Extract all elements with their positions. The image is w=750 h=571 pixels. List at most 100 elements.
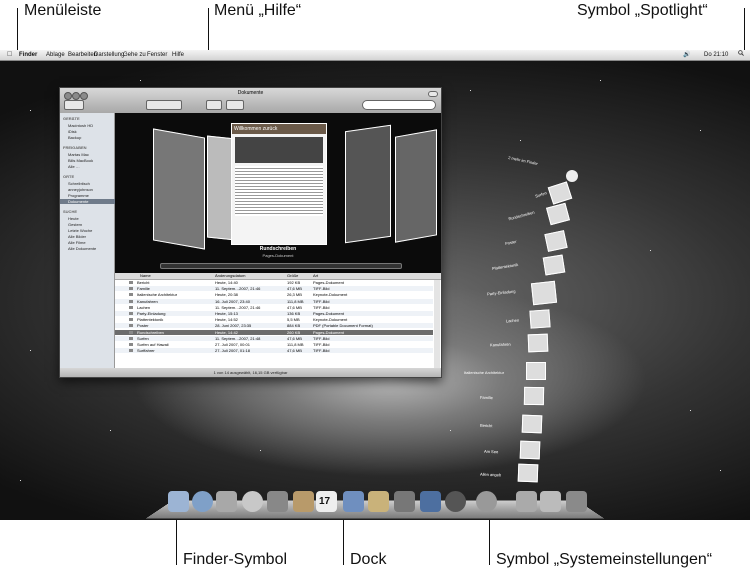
time-machine-icon[interactable] xyxy=(445,491,466,512)
ichat-icon[interactable] xyxy=(242,491,263,512)
iphoto-icon[interactable] xyxy=(368,491,389,512)
search-field[interactable] xyxy=(362,100,436,110)
sidebar-item[interactable]: Alle Filme xyxy=(68,240,86,245)
back-forward-button[interactable] xyxy=(64,100,84,110)
table-row[interactable]: Poster 28. Juni 2007, 23:35 884 KB PDF (Por… xyxy=(115,323,433,329)
table-row[interactable]: Lachen 11. Septem…2007, 21:46 47,6 MB TIFF-… xyxy=(115,305,433,310)
finder-icon[interactable] xyxy=(168,491,189,512)
menubar-clock[interactable]: Do 21:10 xyxy=(704,50,728,60)
coverflow-item[interactable] xyxy=(345,124,391,244)
coverflow-item[interactable] xyxy=(153,128,205,250)
sidebar-item[interactable]: Backup xyxy=(68,135,81,140)
cell: 47,6 MB xyxy=(287,348,302,354)
sidebar-item[interactable]: Macintosh HD xyxy=(68,123,93,128)
stack-item-thumbnail[interactable] xyxy=(547,181,573,205)
sidebar-item[interactable]: iDisk xyxy=(68,129,77,134)
table-row[interactable]: Surffahrer 27. Juli 2007, 01:18 47,6 MB TIF… xyxy=(115,348,433,354)
sidebar-item[interactable]: Letzte Woche xyxy=(68,228,92,233)
table-row[interactable]: Italienische Architektur Heute, 20:38 26,3… xyxy=(115,292,433,297)
stack-item-label[interactable]: Surfen xyxy=(535,190,548,198)
stack-item-label[interactable]: Rundschreiben xyxy=(508,210,535,222)
stack-item-thumbnail[interactable] xyxy=(529,309,551,329)
stack-item-label[interactable]: Bericht xyxy=(480,423,493,428)
table-row[interactable]: Kanufahren 16. Juli 2007, 23:40 111,8 MB TI… xyxy=(115,298,433,304)
finder-sidebar: GERÄTE Macintosh HD iDisk Backup FREIGABEN Ma… xyxy=(60,113,118,368)
stack-item-thumbnail[interactable] xyxy=(527,333,549,353)
menu-6[interactable]: Hilfe xyxy=(172,50,184,60)
spaces-icon[interactable] xyxy=(420,491,441,512)
apple-menu-icon[interactable]:  xyxy=(7,50,12,60)
facetime-icon[interactable] xyxy=(267,491,288,512)
stack-item-thumbnail[interactable] xyxy=(526,362,546,380)
column-header[interactable]: Änderungsdatum xyxy=(215,273,245,278)
stack-item-thumbnail[interactable] xyxy=(523,386,545,406)
menu-2[interactable]: Bearbeiten xyxy=(68,50,97,60)
sidebar-item[interactable]: Heute xyxy=(68,216,79,221)
table-row[interactable]: Surfen 11. Septem…2007, 21:48 47,6 MB TIFF-… xyxy=(115,335,433,341)
downloads-icon[interactable] xyxy=(540,491,561,512)
column-header[interactable]: Art xyxy=(313,273,318,278)
list-scrollbar[interactable] xyxy=(434,280,440,368)
mail-icon[interactable] xyxy=(216,491,237,512)
table-row[interactable]: Familie 11. Septem…2007, 21:46 47,6 MB TIFF… xyxy=(115,286,433,292)
menu-5[interactable]: Fenster xyxy=(147,50,167,60)
sidebar-item[interactable]: anneyjohnson xyxy=(68,187,93,192)
quicklook-button[interactable] xyxy=(206,100,222,110)
volume-icon[interactable]: 🔊 xyxy=(683,50,690,60)
stack-item-thumbnail[interactable] xyxy=(519,440,541,460)
table-row[interactable]: Rundschreiben Heute, 14:42 260 KB Pages-Dok… xyxy=(115,329,433,335)
cell: 26,3 MB xyxy=(287,292,302,298)
stack-item-thumbnail[interactable] xyxy=(521,414,543,434)
coverflow-item[interactable] xyxy=(395,129,437,243)
trash-icon[interactable] xyxy=(566,491,587,512)
view-buttons[interactable] xyxy=(146,100,182,110)
stack-item-label[interactable]: Am See xyxy=(484,449,498,454)
stack-item-label[interactable]: Familie xyxy=(480,395,493,400)
system-preferences-icon[interactable] xyxy=(476,491,497,512)
table-row[interactable]: Bericht Heute, 14:40 192 KB Pages-Dokument xyxy=(115,280,433,285)
stack-item-label[interactable]: Italienische Architektur xyxy=(464,370,504,375)
spotlight-icon[interactable] xyxy=(738,50,744,60)
sidebar-item[interactable]: Martas Mac xyxy=(68,152,89,157)
sidebar-item[interactable]: Bills MacBook xyxy=(68,158,93,163)
stack-item-label[interactable]: Allen angeb xyxy=(480,472,501,478)
sidebar-item[interactable]: Schreibtisch xyxy=(68,181,90,186)
table-row[interactable]: Plattentektonik Heute, 14:52 5,5 MB Keynote… xyxy=(115,317,433,322)
column-header[interactable]: Name xyxy=(140,273,151,278)
sidebar-item[interactable]: Alle Dokumente xyxy=(68,246,96,251)
itunes-icon[interactable] xyxy=(343,491,364,512)
address-book-icon[interactable] xyxy=(293,491,314,512)
stack-item-thumbnail[interactable] xyxy=(542,254,566,276)
stack-item-label[interactable]: Poster xyxy=(505,239,517,246)
column-header[interactable]: Größe xyxy=(287,273,298,278)
coverflow-scrollbar[interactable] xyxy=(160,263,402,269)
sidebar-item[interactable]: Programme xyxy=(68,193,89,198)
stack-icon[interactable] xyxy=(516,491,537,512)
sidebar-item[interactable]: Alle Bilder xyxy=(68,234,86,239)
table-row[interactable]: Surfen auf Hawaii 27. Juli 2007, 00:01 111… xyxy=(115,342,433,347)
stack-item-label[interactable]: Party-Einladung xyxy=(487,289,516,297)
stack-finder-icon[interactable] xyxy=(566,170,578,182)
sidebar-item[interactable]: Gestern xyxy=(68,222,82,227)
action-menu-button[interactable] xyxy=(226,100,244,110)
stack-item-thumbnail[interactable] xyxy=(517,463,539,483)
sidebar-item[interactable]: Alle … xyxy=(68,164,80,169)
menu-1[interactable]: Ablage xyxy=(46,50,65,60)
ical-icon[interactable]: 17 xyxy=(316,491,337,512)
stack-open-in-finder[interactable]: 2 mehr im Finder xyxy=(508,155,539,166)
stack-item-label[interactable]: Lachen xyxy=(506,318,519,324)
menu-0[interactable]: Finder xyxy=(19,50,37,60)
toolbar-toggle-button[interactable] xyxy=(428,91,438,97)
stack-item-thumbnail[interactable] xyxy=(544,230,568,252)
sidebar-item[interactable]: Dokumente xyxy=(60,199,118,204)
stack-item-label[interactable]: Plattentektonik xyxy=(492,262,519,271)
stack-item-thumbnail[interactable] xyxy=(530,280,558,306)
menu-4[interactable]: Gehe zu xyxy=(123,50,146,60)
safari-icon[interactable] xyxy=(192,491,213,512)
coverflow-current-document[interactable]: Willkommen zurück xyxy=(231,123,327,245)
menu-3[interactable]: Darstellung xyxy=(94,50,124,60)
table-row[interactable]: Party-Einladung Heute, 15:13 136 KB Pages-D… xyxy=(115,311,433,316)
stack-item-thumbnail[interactable] xyxy=(546,202,570,226)
stack-item-label[interactable]: Kanufahren xyxy=(490,342,511,348)
imovie-icon[interactable] xyxy=(394,491,415,512)
